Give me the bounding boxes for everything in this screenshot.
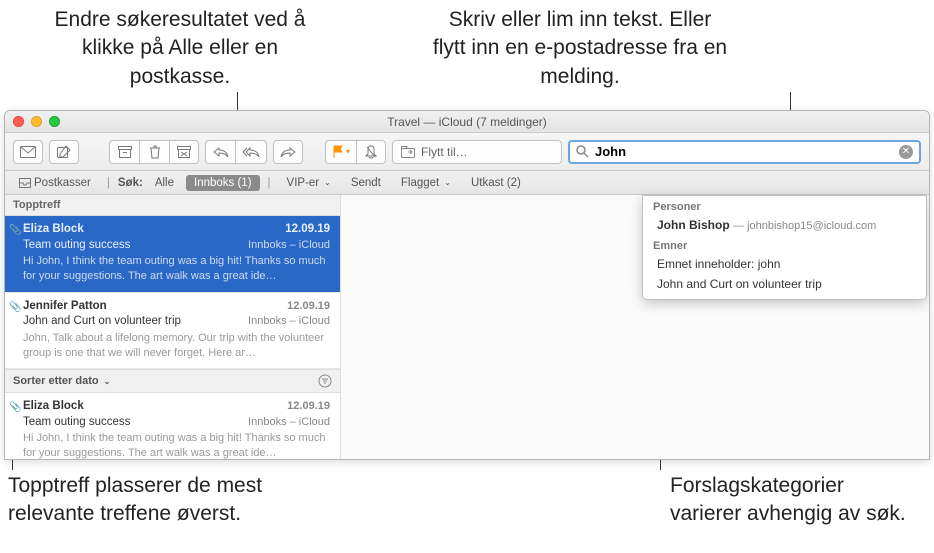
message-subject: Team outing success	[23, 238, 130, 254]
message-sender: Eliza Block	[23, 222, 84, 238]
attachment-icon: 📎	[9, 301, 21, 315]
mailboxes-icon	[19, 178, 31, 188]
reply-all-button[interactable]	[235, 140, 267, 164]
move-label: Flytt til…	[421, 145, 468, 159]
message-item[interactable]: 📎 Eliza Block 12.09.19 Team outing succe…	[5, 393, 340, 459]
archive-button[interactable]	[109, 140, 139, 164]
message-subject: Team outing success	[23, 415, 130, 431]
message-item[interactable]: 📎 Eliza Block 12.09.19 Team outing succe…	[5, 216, 340, 293]
compose-button[interactable]	[49, 140, 79, 164]
annotation-top-left: Endre søkeresultatet ved å klikke på All…	[40, 6, 320, 91]
window-title: Travel — iCloud (7 meldinger)	[5, 115, 929, 129]
move-to-dropdown[interactable]: Flytt til…	[392, 140, 562, 164]
suggestion-subject[interactable]: Emnet inneholder: john	[643, 254, 926, 274]
move-icon	[401, 146, 415, 158]
separator: |	[107, 177, 110, 189]
favorites-bar: Postkasser | Søk: Alle Innboks (1) | VIP…	[5, 171, 929, 195]
message-list: Topptreff 📎 Eliza Block 12.09.19 Team ou…	[5, 195, 341, 459]
flag-button[interactable]: ▾	[325, 140, 356, 164]
sort-bar[interactable]: Sorter etter dato ⌄	[5, 369, 340, 393]
message-mailbox: Innboks – iCloud	[248, 415, 330, 431]
message-sender: Eliza Block	[23, 399, 84, 415]
chevron-down-icon: ⌄	[104, 377, 111, 386]
suggestion-category-people: Personer	[643, 196, 926, 215]
suggestion-person-email: johnbishop15@icloud.com	[747, 220, 876, 232]
message-preview: John, Talk about a lifelong memory. Our …	[23, 331, 330, 361]
suggestion-person-name: John Bishop	[657, 218, 730, 232]
search-suggestions: Personer John Bishop — johnbishop15@iclo…	[642, 195, 927, 300]
preview-pane: Personer John Bishop — johnbishop15@iclo…	[341, 195, 929, 459]
suggestion-category-subjects: Emner	[643, 235, 926, 254]
search-input[interactable]	[595, 144, 893, 159]
suggestion-person[interactable]: John Bishop — johnbishop15@icloud.com	[643, 215, 926, 235]
suggestion-subject[interactable]: John and Curt on volunteer trip	[643, 274, 926, 299]
chevron-down-icon: ⌄	[324, 178, 331, 187]
mail-window: Travel — iCloud (7 meldinger)	[4, 110, 930, 460]
separator: |	[268, 177, 271, 189]
junk-button[interactable]	[169, 140, 199, 164]
annotation-top-right: Skriv eller lim inn tekst. Eller flytt i…	[430, 6, 730, 91]
toolbar: ▾ Flytt til… ✕	[5, 133, 929, 171]
search-scope-label: Søk:	[118, 177, 143, 189]
message-preview: Hi John, I think the team outing was a b…	[23, 254, 330, 284]
search-field[interactable]: ✕	[568, 140, 921, 164]
fav-vip[interactable]: VIP-er ⌄	[279, 175, 339, 191]
flag-group: ▾	[325, 140, 386, 164]
maximize-button[interactable]	[49, 116, 60, 127]
message-date: 12.09.19	[287, 399, 330, 415]
message-item[interactable]: 📎 Jennifer Patton 12.09.19 John and Curt…	[5, 293, 340, 370]
reply-group	[205, 140, 267, 164]
scope-all[interactable]: Alle	[147, 175, 182, 191]
annotation-bottom-right: Forslagskategorier varierer avhengig av …	[670, 472, 920, 529]
titlebar: Travel — iCloud (7 meldinger)	[5, 111, 929, 133]
message-date: 12.09.19	[287, 299, 330, 315]
get-mail-button[interactable]	[13, 140, 43, 164]
message-subject: John and Curt on volunteer trip	[23, 314, 181, 330]
attachment-icon: 📎	[9, 224, 21, 238]
close-button[interactable]	[13, 116, 24, 127]
chevron-down-icon: ⌄	[444, 178, 451, 187]
fav-sent[interactable]: Sendt	[343, 175, 389, 191]
mailboxes-button[interactable]: Postkasser	[11, 175, 99, 191]
search-icon	[576, 145, 589, 158]
clear-search-button[interactable]: ✕	[899, 145, 913, 159]
content-area: Topptreff 📎 Eliza Block 12.09.19 Team ou…	[5, 195, 929, 459]
delete-button[interactable]	[139, 140, 169, 164]
forward-button[interactable]	[273, 140, 303, 164]
tophits-header: Topptreff	[5, 195, 340, 216]
callout-line	[237, 92, 238, 112]
attachment-icon: 📎	[9, 401, 21, 415]
mailboxes-label: Postkasser	[34, 177, 91, 189]
message-mailbox: Innboks – iCloud	[248, 314, 330, 330]
fav-flagged-label: Flagget	[401, 177, 439, 189]
scope-inbox[interactable]: Innboks (1)	[186, 175, 260, 191]
chevron-down-icon: ▾	[346, 147, 350, 156]
message-mailbox: Innboks – iCloud	[248, 238, 330, 254]
message-sender: Jennifer Patton	[23, 299, 107, 315]
filter-icon[interactable]	[318, 374, 332, 388]
message-date: 12.09.19	[285, 222, 330, 238]
fav-flagged[interactable]: Flagget ⌄	[393, 175, 459, 191]
minimize-button[interactable]	[31, 116, 42, 127]
message-preview: Hi John, I think the team outing was a b…	[23, 431, 330, 459]
traffic-lights	[13, 116, 60, 127]
archive-group	[109, 140, 199, 164]
annotation-bottom-left: Topptreff plasserer de mest relevante tr…	[8, 472, 338, 529]
mute-button[interactable]	[356, 140, 386, 164]
sort-label: Sorter etter dato	[13, 375, 99, 387]
reply-button[interactable]	[205, 140, 235, 164]
fav-vip-label: VIP-er	[287, 177, 320, 189]
fav-drafts[interactable]: Utkast (2)	[463, 175, 529, 191]
